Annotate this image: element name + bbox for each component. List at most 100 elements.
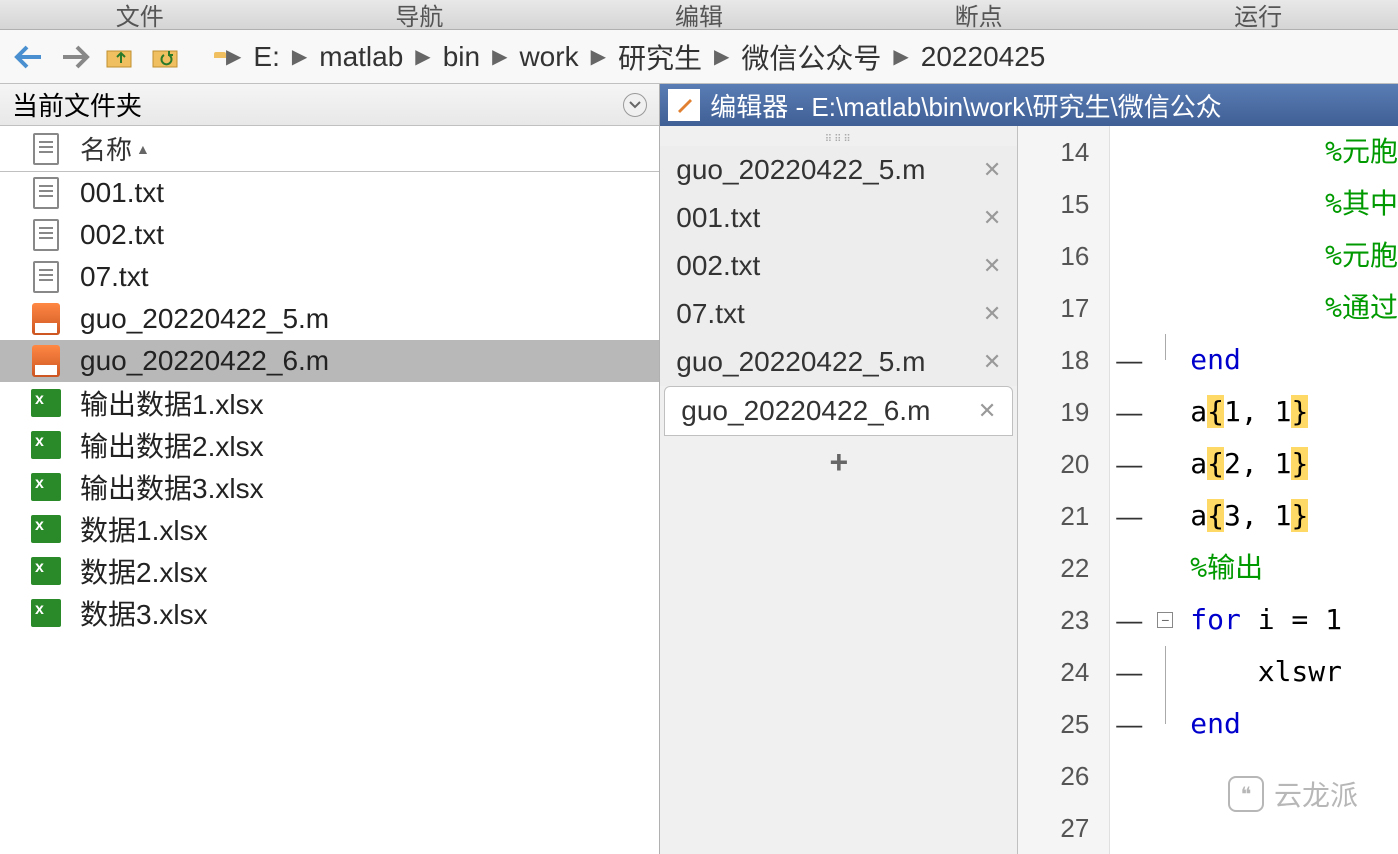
breakpoint-marker[interactable] — [1110, 750, 1148, 802]
breadcrumb-item[interactable]: 研究生 — [618, 37, 702, 77]
breakpoint-marker[interactable] — [1110, 126, 1148, 178]
file-row[interactable]: 07.txt — [0, 256, 659, 298]
menu-run[interactable]: 运行 — [1118, 0, 1398, 34]
close-icon[interactable]: ✕ — [983, 157, 1001, 183]
editor-tab[interactable]: 001.txt✕ — [660, 194, 1017, 242]
code-line[interactable]: %输出 — [1190, 542, 1398, 594]
editor-tab[interactable]: 07.txt✕ — [660, 290, 1017, 338]
breakpoint-marker[interactable]: — — [1110, 646, 1148, 698]
fold-marker[interactable] — [1148, 178, 1182, 230]
file-row[interactable]: 输出数据3.xlsx — [0, 466, 659, 508]
breakpoint-marker[interactable] — [1110, 802, 1148, 854]
line-number: 22 — [1018, 542, 1089, 594]
fold-marker[interactable]: − — [1148, 594, 1182, 646]
fold-marker[interactable] — [1148, 490, 1182, 542]
fold-marker[interactable] — [1148, 750, 1182, 802]
menu-breakpoint[interactable]: 断点 — [839, 0, 1119, 34]
close-icon[interactable]: ✕ — [983, 205, 1001, 231]
breakpoint-marker[interactable]: — — [1110, 334, 1148, 386]
line-number: 20 — [1018, 438, 1089, 490]
menu-nav[interactable]: 导航 — [280, 0, 560, 34]
code-panel[interactable]: 1415161718192021222324252627 ——————— − %… — [1018, 126, 1398, 854]
fold-marker[interactable] — [1148, 542, 1182, 594]
xlsx-file-icon — [12, 557, 80, 585]
forward-button[interactable] — [56, 38, 94, 76]
code-line[interactable]: %通过 — [1190, 282, 1398, 334]
column-name[interactable]: 名称 ▲ — [80, 130, 150, 167]
menu-edit[interactable]: 编辑 — [559, 0, 839, 34]
add-tab-button[interactable]: + — [660, 436, 1017, 489]
fold-marker[interactable] — [1148, 438, 1182, 490]
fold-marker[interactable] — [1148, 698, 1182, 750]
code-line[interactable]: %元胞 — [1190, 230, 1398, 282]
code-line[interactable]: %其中 — [1190, 178, 1398, 230]
breadcrumb-item[interactable]: matlab — [319, 41, 403, 73]
fold-marker[interactable] — [1148, 802, 1182, 854]
breadcrumb-item[interactable]: bin — [443, 41, 480, 73]
file-row[interactable]: 001.txt — [0, 172, 659, 214]
breadcrumb-item[interactable]: E: — [253, 41, 279, 73]
breakpoint-marker[interactable]: — — [1110, 490, 1148, 542]
file-row[interactable]: 数据2.xlsx — [0, 550, 659, 592]
breadcrumb-item[interactable]: work — [519, 41, 578, 73]
breakpoint-marker[interactable]: — — [1110, 438, 1148, 490]
file-row[interactable]: 输出数据1.xlsx — [0, 382, 659, 424]
file-name: 输出数据1.xlsx — [80, 383, 264, 423]
fold-marker[interactable] — [1148, 126, 1182, 178]
editor-tab[interactable]: guo_20220422_5.m✕ — [660, 146, 1017, 194]
editor-tab[interactable]: guo_20220422_5.m✕ — [660, 338, 1017, 386]
close-icon[interactable]: ✕ — [983, 301, 1001, 327]
file-row[interactable]: guo_20220422_5.m — [0, 298, 659, 340]
fold-gutter[interactable]: − — [1148, 126, 1182, 854]
file-row[interactable]: 002.txt — [0, 214, 659, 256]
close-icon[interactable]: ✕ — [983, 349, 1001, 375]
editor-tab[interactable]: guo_20220422_6.m✕ — [664, 386, 1013, 436]
breadcrumb-sep: ▶ — [492, 44, 507, 69]
breakpoint-gutter[interactable]: ——————— — [1110, 126, 1148, 854]
code-line[interactable]: end — [1190, 698, 1398, 750]
editor-tab[interactable]: 002.txt✕ — [660, 242, 1017, 290]
line-number: 15 — [1018, 178, 1089, 230]
back-button[interactable] — [10, 38, 48, 76]
breakpoint-marker[interactable] — [1110, 282, 1148, 334]
file-list: 001.txt002.txt07.txt guo_20220422_5.m guo_… — [0, 172, 659, 634]
breakpoint-marker[interactable]: — — [1110, 386, 1148, 438]
menu-file[interactable]: 文件 — [0, 0, 280, 34]
tabs-panel: ⠿⠿⠿ guo_20220422_5.m✕001.txt✕002.txt✕07.… — [660, 126, 1018, 854]
fold-marker[interactable] — [1148, 646, 1182, 698]
refresh-folder-button[interactable] — [148, 38, 186, 76]
code-line[interactable]: a{2, 1} — [1190, 438, 1398, 490]
file-row[interactable]: 数据1.xlsx — [0, 508, 659, 550]
fold-marker[interactable] — [1148, 334, 1182, 386]
txt-file-icon — [12, 177, 80, 209]
code-line[interactable]: xlswr — [1190, 646, 1398, 698]
breakpoint-marker[interactable] — [1110, 230, 1148, 282]
folder-up-icon — [105, 43, 137, 71]
code-line[interactable]: a{3, 1} — [1190, 490, 1398, 542]
file-row[interactable]: 输出数据2.xlsx — [0, 424, 659, 466]
panel-dropdown[interactable] — [623, 93, 647, 117]
code-line[interactable]: %元胞 — [1190, 126, 1398, 178]
file-row[interactable]: 数据3.xlsx — [0, 592, 659, 634]
breakpoint-marker[interactable] — [1110, 178, 1148, 230]
fold-marker[interactable] — [1148, 230, 1182, 282]
code-text[interactable]: %元胞 %其中 %元胞 %通过enda{1, 1}a{2, 1}a{3, 1}%… — [1182, 126, 1398, 854]
fold-marker[interactable] — [1148, 282, 1182, 334]
grab-handle[interactable]: ⠿⠿⠿ — [660, 134, 1017, 146]
file-name: guo_20220422_5.m — [80, 303, 329, 335]
breadcrumb-item[interactable]: 微信公众号 — [741, 37, 881, 77]
close-icon[interactable]: ✕ — [978, 398, 996, 424]
column-header[interactable]: 名称 ▲ — [0, 126, 659, 172]
chevron-down-icon — [629, 101, 641, 109]
fold-marker[interactable] — [1148, 386, 1182, 438]
code-line[interactable]: end — [1190, 334, 1398, 386]
code-line[interactable]: a{1, 1} — [1190, 386, 1398, 438]
breadcrumb-item[interactable]: 20220425 — [921, 41, 1046, 73]
breakpoint-marker[interactable] — [1110, 542, 1148, 594]
close-icon[interactable]: ✕ — [983, 253, 1001, 279]
code-line[interactable]: for i = 1 — [1190, 594, 1398, 646]
file-row[interactable]: guo_20220422_6.m — [0, 340, 659, 382]
breakpoint-marker[interactable]: — — [1110, 594, 1148, 646]
up-folder-button[interactable] — [102, 38, 140, 76]
breakpoint-marker[interactable]: — — [1110, 698, 1148, 750]
